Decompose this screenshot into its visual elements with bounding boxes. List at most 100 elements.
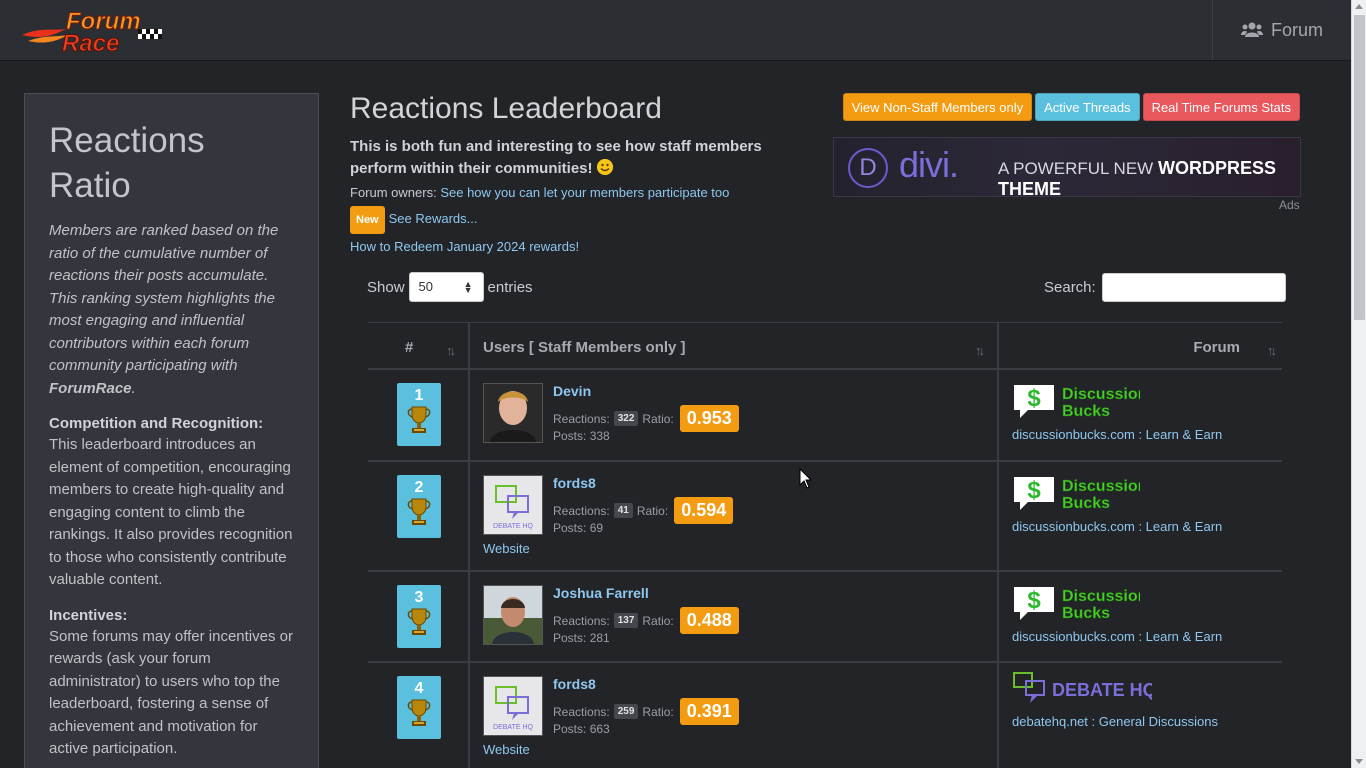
- ads-label[interactable]: Ads: [1279, 198, 1300, 212]
- page-scrollbar[interactable]: [1351, 0, 1366, 768]
- search-input[interactable]: [1101, 273, 1286, 302]
- rank-badge: 4: [397, 676, 441, 739]
- trophy-icon: [407, 406, 431, 433]
- svg-text:Bucks: Bucks: [1062, 403, 1110, 420]
- user-stats: Reactions: 137 Ratio: 0.488: [553, 607, 739, 634]
- table-header: # ↑↓ Users [ Staff Members only ] ↑↓ For…: [368, 322, 1282, 370]
- entries-select[interactable]: 50 ▲ ▼: [408, 272, 484, 302]
- new-badge: New: [350, 206, 385, 234]
- svg-text:DEBATE HQ: DEBATE HQ: [1052, 680, 1152, 700]
- discussionbucks-logo-icon: $ DiscussionBucks: [1014, 587, 1148, 622]
- scroll-up-arrow-icon[interactable]: [1355, 4, 1363, 9]
- forum-logo[interactable]: $ Discussion Bucks: [1012, 474, 1148, 519]
- table-row: 4 DEBATE HQ fords8 Reactions: 259 Ratio: 0.391…: [368, 663, 1282, 768]
- col-users-header[interactable]: Users [ Staff Members only ]: [483, 339, 686, 356]
- user-stats: Reactions: 259 Ratio: 0.391: [553, 698, 739, 725]
- debatehq-logo-icon: DEBATE HQ: [1013, 672, 1157, 703]
- trophy-icon: [407, 608, 431, 635]
- divi-wordmark: divi.: [899, 144, 959, 185]
- description-bold: This is both fun and interesting to see …: [350, 138, 762, 177]
- discussionbucks-logo-icon: $ DiscussionBucks: [1014, 385, 1148, 420]
- sidebar-section-incentives: Incentives: Some forums may offer incent…: [49, 606, 294, 761]
- user-name-link[interactable]: fords8: [553, 676, 596, 692]
- svg-text:$: $: [1027, 587, 1041, 614]
- forum-link[interactable]: discussionbucks.com : Learn & Earn: [1012, 519, 1222, 534]
- rewards-link[interactable]: See Rewards...: [389, 211, 478, 226]
- forum-link[interactable]: discussionbucks.com : Learn & Earn: [1012, 427, 1222, 442]
- mouse-cursor-icon: [799, 468, 813, 489]
- svg-text:$: $: [1027, 385, 1041, 412]
- avatar[interactable]: DEBATE HQ: [483, 676, 543, 736]
- user-name-link[interactable]: Devin: [553, 383, 591, 399]
- sort-icon[interactable]: ↑↓: [975, 343, 985, 358]
- user-stats: Reactions: 41 Ratio: 0.594: [553, 497, 734, 524]
- sort-icon[interactable]: ↑↓: [1267, 343, 1277, 358]
- ad-tagline: A POWERFUL NEW WORDPRESS THEME: [998, 158, 1276, 197]
- table-row: 3 Joshua Farrell Reactions: 137 Ratio: 0.488 P…: [368, 572, 1282, 663]
- search-control: Search:: [1044, 273, 1286, 302]
- section-text: Some forums may offer incentives or rewa…: [49, 627, 293, 758]
- forum-link[interactable]: discussionbucks.com : Learn & Earn: [1012, 629, 1222, 644]
- sidebar-intro: Members are ranked based on the ratio of…: [49, 222, 279, 397]
- reactions-count: 41: [613, 503, 633, 518]
- rank-badge: 2: [397, 475, 441, 538]
- redeem-link[interactable]: How to Redeem January 2024 rewards!: [350, 239, 579, 254]
- avatar[interactable]: DEBATE HQ: [483, 475, 543, 535]
- section-heading: Incentives:: [49, 606, 128, 624]
- user-name-link[interactable]: fords8: [553, 475, 596, 491]
- forum-link[interactable]: debatehq.net : General Discussions: [1012, 714, 1218, 729]
- sort-icon[interactable]: ↑↓: [446, 343, 456, 358]
- reactions-count: 137: [613, 613, 639, 628]
- entries-control: Show 50 ▲ ▼ entries: [367, 272, 533, 302]
- avatar[interactable]: [483, 383, 543, 443]
- posts-count: Posts: 663: [553, 722, 610, 736]
- user-name-link[interactable]: Joshua Farrell: [553, 585, 649, 601]
- svg-text:Discussion: Discussion: [1062, 478, 1140, 495]
- svg-text:DEBATE HQ: DEBATE HQ: [493, 523, 533, 530]
- forum-logo[interactable]: $ Discussion Bucks: [1012, 584, 1148, 629]
- forum-logo[interactable]: DEBATE HQ: [1012, 669, 1157, 714]
- avatar[interactable]: [483, 585, 543, 645]
- forum-nav-label: Forum: [1270, 19, 1323, 40]
- owners-line: Forum owners: See how you can let your m…: [350, 185, 730, 200]
- owners-link[interactable]: See how you can let your members partici…: [440, 185, 729, 200]
- user-stats: Reactions: 322 Ratio: 0.953: [553, 405, 739, 432]
- svg-text:$: $: [1027, 477, 1041, 504]
- trophy-icon: [407, 498, 431, 525]
- posts-count: Posts: 69: [553, 521, 604, 535]
- active-threads-button[interactable]: Active Threads: [1035, 93, 1140, 121]
- posts-count: Posts: 281: [553, 631, 610, 645]
- website-link[interactable]: Website: [483, 541, 530, 556]
- rank-badge: 1: [397, 383, 441, 446]
- divi-logo-icon: D: [848, 148, 888, 188]
- trophy-icon: [407, 699, 431, 726]
- forumrace-logo[interactable]: Forum Race: [20, 7, 170, 58]
- smile-emoji-icon: [596, 159, 613, 175]
- rank-badge: 3: [397, 585, 441, 648]
- sidebar-section-competition: Competition and Recognition: This leader…: [49, 414, 294, 592]
- realtime-stats-button[interactable]: Real Time Forums Stats: [1142, 93, 1300, 121]
- rewards-line: New See Rewards...: [350, 206, 810, 234]
- website-link[interactable]: Website: [483, 742, 530, 757]
- scrollbar-thumb[interactable]: [1354, 15, 1365, 320]
- logo-text-race: Race: [62, 30, 119, 55]
- scroll-down-arrow-icon[interactable]: [1355, 759, 1363, 764]
- users-icon: [1240, 22, 1263, 37]
- page-title: Reactions Leaderboard: [350, 92, 662, 125]
- page-description: This is both fun and interesting to see …: [350, 136, 810, 258]
- reactions-count: 322: [613, 411, 639, 426]
- sidebar-title: Reactions Ratio: [49, 121, 205, 205]
- divi-ad-banner[interactable]: D divi. A POWERFUL NEW WORDPRESS THEME: [833, 137, 1301, 197]
- forum-logo[interactable]: $ Discussion Bucks: [1012, 382, 1148, 427]
- forum-nav-link[interactable]: Forum: [1212, 0, 1351, 60]
- ratio-badge: 0.488: [679, 607, 739, 634]
- section-text: This leaderboard introduces an element o…: [49, 436, 293, 588]
- non-staff-button[interactable]: View Non-Staff Members only: [842, 93, 1033, 121]
- svg-text:Bucks: Bucks: [1062, 605, 1110, 622]
- ratio-badge: 0.594: [674, 497, 734, 524]
- posts-count: Posts: 338: [553, 429, 610, 443]
- col-rank-header[interactable]: #: [405, 339, 413, 356]
- ratio-badge: 0.391: [679, 698, 739, 725]
- discussionbucks-logo-icon: $ DiscussionBucks: [1014, 477, 1148, 512]
- col-forum-header[interactable]: Forum: [1193, 339, 1240, 356]
